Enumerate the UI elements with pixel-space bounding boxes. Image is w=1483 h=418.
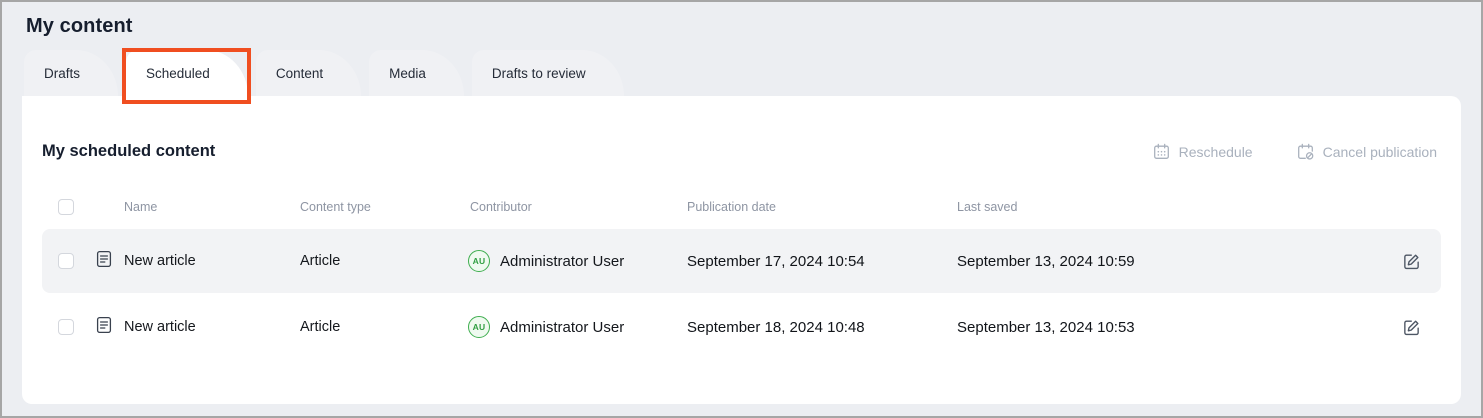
- reschedule-button[interactable]: Reschedule: [1153, 143, 1253, 160]
- tab-content[interactable]: Content: [256, 50, 361, 96]
- cancel-publication-button[interactable]: Cancel publication: [1297, 143, 1437, 160]
- panel-title: My scheduled content: [42, 142, 215, 161]
- column-header-publication-date: Publication date: [687, 200, 957, 214]
- publication-date: September 18, 2024 10:48: [687, 319, 957, 336]
- contributor-name: Administrator User: [500, 253, 624, 270]
- avatar: AU: [468, 316, 490, 338]
- content-name: New article: [124, 319, 300, 335]
- edit-button[interactable]: [1398, 248, 1425, 275]
- publication-date: September 17, 2024 10:54: [687, 253, 957, 270]
- tab-label: Drafts: [44, 66, 80, 81]
- tab-media[interactable]: Media: [369, 50, 464, 96]
- table-body: New article Article AU Administrator Use…: [42, 229, 1441, 359]
- contributor-name: Administrator User: [500, 319, 624, 336]
- select-all-checkbox[interactable]: [58, 199, 74, 215]
- tab-label: Content: [276, 66, 323, 81]
- tab-scheduled[interactable]: Scheduled: [126, 50, 248, 96]
- tab-label: Drafts to review: [492, 66, 586, 81]
- page-header: My content: [2, 2, 1481, 38]
- cancel-publication-label: Cancel publication: [1323, 144, 1437, 160]
- table-row[interactable]: New article Article AU Administrator Use…: [42, 229, 1441, 293]
- table-row[interactable]: New article Article AU Administrator Use…: [42, 295, 1441, 359]
- last-saved-date: September 13, 2024 10:59: [957, 253, 1381, 270]
- calendar-icon: [1153, 143, 1170, 160]
- scheduled-content-table: Name Content type Contributor Publicatio…: [42, 185, 1441, 359]
- article-icon: [94, 315, 114, 340]
- tab-bar: Drafts Scheduled Content Media Drafts to…: [24, 50, 1481, 96]
- content-name: New article: [124, 253, 300, 269]
- content-type: Article: [300, 319, 470, 335]
- row-checkbox[interactable]: [58, 319, 74, 335]
- reschedule-label: Reschedule: [1179, 144, 1253, 160]
- page-title: My content: [26, 15, 1481, 38]
- column-header-content-type: Content type: [300, 200, 470, 214]
- calendar-cancel-icon: [1297, 143, 1314, 160]
- edit-button[interactable]: [1398, 314, 1425, 341]
- tab-drafts[interactable]: Drafts: [24, 50, 118, 96]
- header-checkbox-cell: [42, 199, 124, 215]
- article-icon: [94, 249, 114, 274]
- tab-label: Scheduled: [146, 66, 210, 81]
- column-header-last-saved: Last saved: [957, 200, 1381, 214]
- last-saved-date: September 13, 2024 10:53: [957, 319, 1381, 336]
- toolbar-actions: Reschedule Cancel publication: [1153, 143, 1437, 160]
- content-type: Article: [300, 253, 470, 269]
- column-header-contributor: Contributor: [470, 200, 687, 214]
- panel-toolbar: My scheduled content Reschedule: [42, 96, 1441, 161]
- table-header-row: Name Content type Contributor Publicatio…: [42, 185, 1441, 229]
- avatar: AU: [468, 250, 490, 272]
- tab-drafts-to-review[interactable]: Drafts to review: [472, 50, 624, 96]
- row-checkbox[interactable]: [58, 253, 74, 269]
- column-header-name: Name: [124, 200, 300, 214]
- scheduled-content-panel: My scheduled content Reschedule: [22, 96, 1461, 404]
- tab-label: Media: [389, 66, 426, 81]
